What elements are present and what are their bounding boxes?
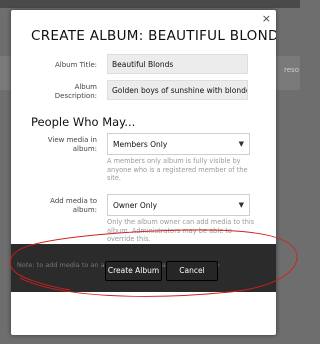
create-album-button[interactable]: Create Album bbox=[105, 261, 162, 281]
close-icon[interactable]: × bbox=[262, 13, 271, 24]
dropdown-arrow-icon: ▼ bbox=[238, 140, 244, 148]
cancel-button[interactable]: Cancel bbox=[166, 261, 218, 281]
view-media-label: View media in album: bbox=[47, 136, 97, 153]
background-text: reso bbox=[284, 66, 299, 74]
add-media-value: Owner Only bbox=[113, 201, 158, 210]
section-title: People Who May... bbox=[31, 115, 136, 129]
view-media-select[interactable]: Members Only ▼ bbox=[107, 133, 250, 155]
album-description-label: Album Description: bbox=[54, 83, 97, 100]
add-media-label: Add media to album: bbox=[50, 197, 97, 214]
dialog-title: CREATE ALBUM: BEAUTIFUL BLONDS bbox=[31, 28, 276, 44]
add-media-select[interactable]: Owner Only ▼ bbox=[107, 194, 250, 216]
album-title-label: Album Title: bbox=[54, 61, 97, 69]
view-media-value: Members Only bbox=[113, 140, 168, 149]
dropdown-arrow-icon: ▼ bbox=[238, 201, 244, 209]
album-title-input[interactable]: Beautiful Blonds bbox=[107, 54, 248, 74]
background-topbar bbox=[0, 0, 300, 8]
create-album-dialog: × CREATE ALBUM: BEAUTIFUL BLONDS Album T… bbox=[11, 10, 276, 335]
add-media-help: Only the album owner can add media to th… bbox=[107, 218, 255, 244]
album-description-input[interactable]: Golden boys of sunshine with blonde ha bbox=[107, 80, 248, 100]
view-media-help: A members only album is fully visible by… bbox=[107, 157, 248, 183]
